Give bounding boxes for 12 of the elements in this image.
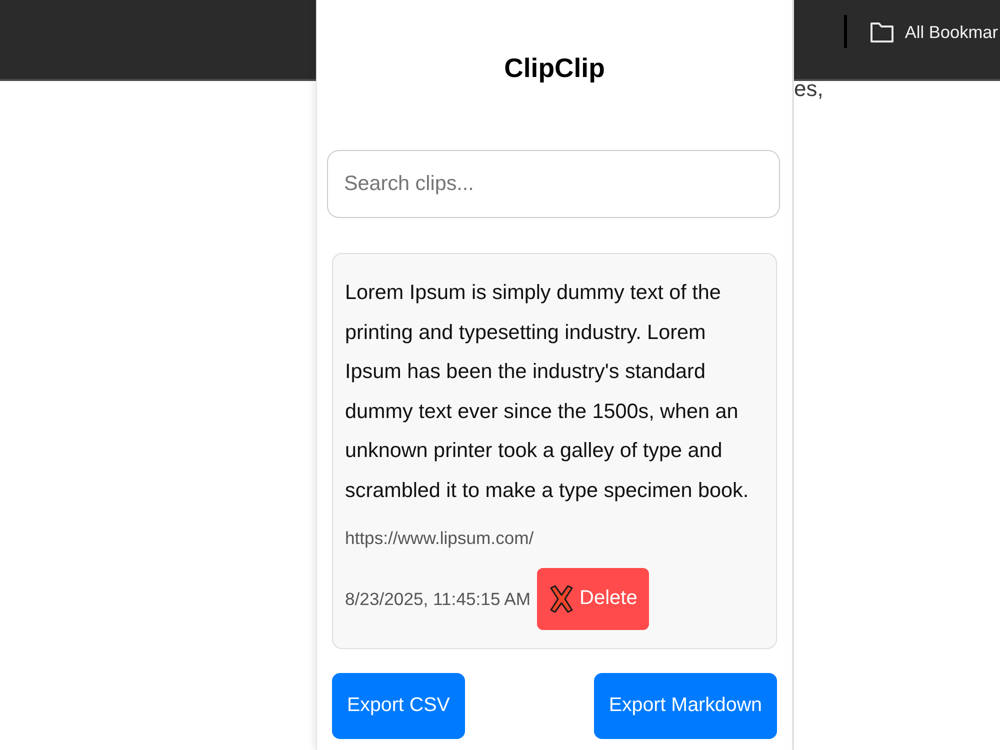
folder-icon	[870, 21, 894, 43]
search-field[interactable]: Search clips...	[327, 150, 780, 218]
page-text: es,	[794, 77, 824, 101]
bookmarks-button[interactable]: All Bookmar	[870, 15, 998, 49]
clip-text: Lorem Ipsum is simply dummy text of the printing and typesetting industry. Lorem Ipsum has been the industry's standard dummy text ever since the 1500s, when an unknown printer took a galley of type and scrambled it to make a type specimen book.	[345, 280, 750, 504]
delete-button[interactable]: Delete	[536, 568, 650, 630]
source-url: https://www.lipsum.com/	[345, 526, 534, 550]
clip-timestamp: 8/23/2025, 11:45:15 AM	[345, 588, 531, 611]
export-button[interactable]: Export Markdown	[594, 672, 777, 739]
x-mark-icon	[550, 584, 573, 613]
export-button[interactable]: Export CSV	[332, 672, 465, 739]
popup-title: ClipClip	[503, 52, 606, 85]
